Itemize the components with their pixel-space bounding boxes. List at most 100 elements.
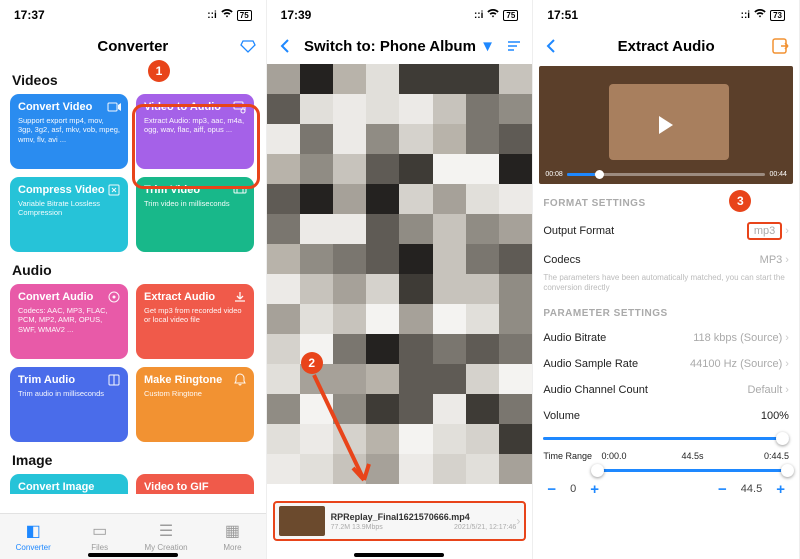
row-codecs[interactable]: Codecs MP3›: [533, 247, 799, 273]
card-desc: Extract Audio: mp3, aac, m4a, ogg, wav, …: [144, 116, 246, 135]
step-badge-1: 1: [148, 60, 170, 82]
range-knob-end[interactable]: [781, 464, 794, 477]
card-convert-audio[interactable]: Convert Audio Codecs: AAC, MP3, FLAC, PC…: [10, 284, 128, 359]
seek-knob[interactable]: [595, 170, 604, 179]
range-knob-start[interactable]: [591, 464, 604, 477]
card-convert-video[interactable]: Convert Video Support export mp4, mov, 3…: [10, 94, 128, 169]
page-title: Converter: [97, 38, 168, 55]
tab-more[interactable]: ▦More: [199, 514, 265, 559]
card-title: Make Ringtone: [144, 374, 246, 386]
screen-converter-home: 17:37 ::i 75 Converter 1 Videos Convert …: [0, 0, 267, 559]
section-videos: Videos: [0, 62, 266, 94]
start-plus[interactable]: +: [590, 481, 599, 498]
tab-converter[interactable]: ◧Converter: [0, 514, 66, 559]
card-desc: Get mp3 from recorded video or local vid…: [144, 306, 246, 325]
time-range-steppers: − 0 + − 44.5 +: [533, 479, 799, 506]
card-video-to-gif[interactable]: Video to GIF: [136, 474, 254, 494]
album-switch[interactable]: Switch to: Phone Album ▼: [304, 38, 495, 55]
current-time: 00:08: [545, 171, 563, 178]
back-button[interactable]: [275, 36, 295, 56]
section-format-settings: FORMAT SETTINGS: [533, 188, 799, 215]
signal-icon: ::i: [207, 10, 216, 21]
file-size: 77.2M 13.9Mbps: [331, 524, 383, 531]
chevron-right-icon: ›: [785, 225, 789, 237]
premium-icon[interactable]: [238, 36, 258, 56]
card-video-to-audio[interactable]: Video to Audio Extract Audio: mp3, aac, …: [136, 94, 254, 169]
seek-track[interactable]: [567, 173, 766, 176]
screen-extract-audio: 17:51 ::i 73 Extract Audio 00:08 00:44 3…: [533, 0, 800, 559]
card-title: Extract Audio: [144, 291, 246, 303]
selected-file-row[interactable]: RPReplay_Final1621570666.mp4 77.2M 13.9M…: [273, 501, 527, 541]
end-plus[interactable]: +: [776, 481, 785, 498]
files-icon: ▭: [92, 521, 107, 541]
row-time-range: Time Range 0:00.0 44.5s 0:44.5: [533, 451, 799, 463]
row-bitrate[interactable]: Audio Bitrate 118 kbps (Source)›: [533, 325, 799, 351]
start-minus[interactable]: −: [547, 481, 556, 498]
card-trim-audio[interactable]: Trim Audio Trim audio in milliseconds: [10, 367, 128, 442]
wifi-icon: [221, 9, 233, 21]
card-desc: Support export mp4, mov, 3gp, 3g2, asf, …: [18, 116, 120, 144]
row-output-format[interactable]: Output Format mp3›: [533, 215, 799, 247]
card-title: Trim Audio: [18, 374, 120, 386]
card-make-ringtone[interactable]: Make Ringtone Custom Ringtone: [136, 367, 254, 442]
range-duration: 44.5s: [636, 451, 749, 461]
audio-cards: Convert Audio Codecs: AAC, MP3, FLAC, PC…: [0, 284, 266, 442]
row-channel-count[interactable]: Audio Channel Count Default›: [533, 377, 799, 403]
status-icons: ::i 75: [474, 9, 518, 21]
chevron-right-icon: ›: [785, 384, 789, 396]
row-sample-rate[interactable]: Audio Sample Rate 44100 Hz (Source)›: [533, 351, 799, 377]
status-icons: ::i 75: [207, 9, 251, 21]
card-desc: Trim video in milliseconds: [144, 199, 246, 208]
codec-value: MP3: [760, 254, 783, 266]
card-extract-audio[interactable]: Extract Audio Get mp3 from recorded vide…: [136, 284, 254, 359]
card-title: Trim Video: [144, 184, 246, 196]
card-trim-video[interactable]: Trim Video Trim video in milliseconds: [136, 177, 254, 252]
battery-icon: 75: [237, 10, 252, 21]
card-title: Video to GIF: [144, 481, 246, 493]
status-bar: 17:51 ::i 73: [533, 0, 799, 30]
time-range-slider[interactable]: Time Range: [533, 463, 799, 479]
converter-icon: ◧: [26, 521, 41, 541]
card-title: Convert Image: [18, 481, 120, 493]
back-button[interactable]: [541, 36, 561, 56]
card-compress-video[interactable]: Compress Video Variable Bitrate Lossless…: [10, 177, 128, 252]
status-bar: 17:39 ::i 75: [267, 0, 533, 30]
export-button[interactable]: [771, 36, 791, 56]
video-player[interactable]: 00:08 00:44: [539, 66, 793, 184]
volume-slider[interactable]: [543, 431, 789, 445]
book-icon: [106, 372, 122, 388]
battery-icon: 73: [770, 10, 785, 21]
slider-knob[interactable]: [776, 432, 789, 445]
range-start: 0:00.0: [596, 451, 632, 461]
sort-button[interactable]: [504, 36, 524, 56]
total-time: 00:44: [769, 171, 787, 178]
card-convert-image[interactable]: Convert Image: [10, 474, 128, 494]
section-parameter-settings: PARAMETER SETTINGS: [533, 298, 799, 325]
more-icon: ▦: [225, 521, 240, 541]
status-time: 17:37: [14, 8, 45, 22]
file-name: RPReplay_Final1621570666.mp4: [331, 512, 517, 522]
output-format-value: mp3: [747, 222, 782, 240]
bell-icon: [232, 372, 248, 388]
screen-album-picker: 17:39 ::i 75 Switch to: Phone Album ▼ 2 …: [267, 0, 534, 559]
signal-icon: ::i: [741, 10, 750, 21]
card-desc: Custom Ringtone: [144, 389, 246, 398]
section-image: Image: [0, 442, 266, 474]
format-note: The parameters have been automatically m…: [533, 273, 799, 298]
signal-icon: ::i: [474, 10, 483, 21]
card-desc: Codecs: AAC, MP3, FLAC, PCM, MP2, AMR, O…: [18, 306, 120, 334]
trim-icon: [232, 182, 248, 198]
range-end: 0:44.5: [753, 451, 789, 461]
header: Extract Audio: [533, 30, 799, 62]
card-desc: Trim audio in milliseconds: [18, 389, 120, 398]
play-icon[interactable]: [659, 116, 673, 134]
status-time: 17:51: [547, 8, 578, 22]
audio-icon: [106, 289, 122, 305]
header: Converter: [0, 30, 266, 62]
status-time: 17:39: [281, 8, 312, 22]
end-minus[interactable]: −: [718, 481, 727, 498]
wifi-icon: [754, 9, 766, 21]
card-title: Convert Audio: [18, 291, 120, 303]
convert-icon: [106, 99, 122, 115]
start-value: 0: [570, 483, 576, 495]
